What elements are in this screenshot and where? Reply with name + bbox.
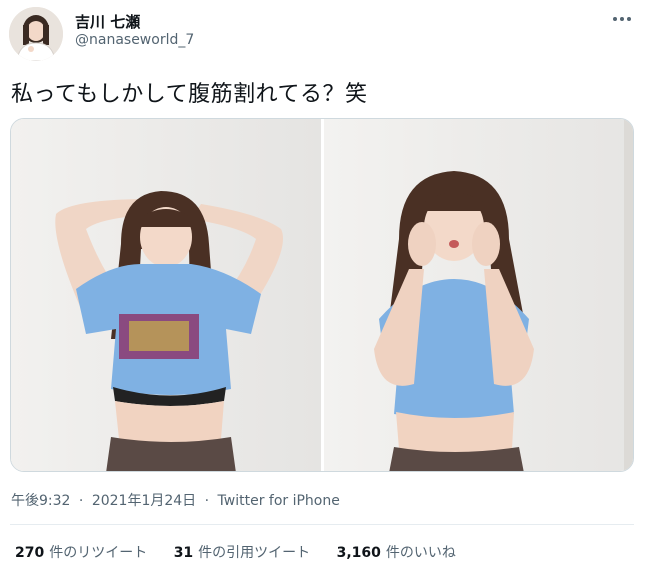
divider	[10, 524, 634, 525]
tweet-timestamp: 午後9:32 · 2021年1月24日 · Twitter for iPhone	[11, 490, 340, 510]
retweets-stat[interactable]: 270 件のリツイート	[15, 542, 147, 562]
tweet-source-link[interactable]: Twitter for iPhone	[218, 493, 340, 509]
quote-tweets-stat[interactable]: 31 件の引用ツイート	[174, 542, 310, 562]
likes-stat[interactable]: 3,160 件のいいね	[337, 542, 456, 562]
like-label: 件のいいね	[385, 545, 456, 561]
photo-1-image	[11, 119, 321, 471]
display-name[interactable]: 吉川 七瀬	[75, 11, 140, 32]
separator-dot: ·	[204, 493, 210, 509]
avatar[interactable]	[9, 7, 63, 61]
media-grid	[10, 118, 634, 472]
retweet-label: 件のリツイート	[49, 545, 148, 561]
more-options-button[interactable]	[605, 6, 639, 32]
tweet-text: 私ってもしかして腹筋割れてる？笑	[11, 82, 368, 107]
photo-2[interactable]	[324, 119, 633, 471]
tweet-stats: 270 件のリツイート 31 件の引用ツイート 3,160 件のいいね	[15, 542, 478, 562]
more-horizontal-icon	[613, 17, 631, 21]
user-handle[interactable]: @nanaseworld_7	[75, 32, 194, 48]
separator-dot: ·	[78, 493, 84, 509]
avatar-photo	[9, 7, 63, 61]
retweet-count: 270	[15, 545, 45, 561]
tweet-time[interactable]: 午後9:32	[11, 490, 70, 510]
like-count: 3,160	[336, 545, 381, 561]
quote-label: 件の引用ツイート	[198, 545, 311, 561]
photo-1[interactable]	[11, 119, 321, 471]
quote-count: 31	[173, 545, 194, 561]
tweet-date[interactable]: 2021年1月24日	[92, 490, 196, 510]
photo-2-image	[324, 119, 633, 471]
